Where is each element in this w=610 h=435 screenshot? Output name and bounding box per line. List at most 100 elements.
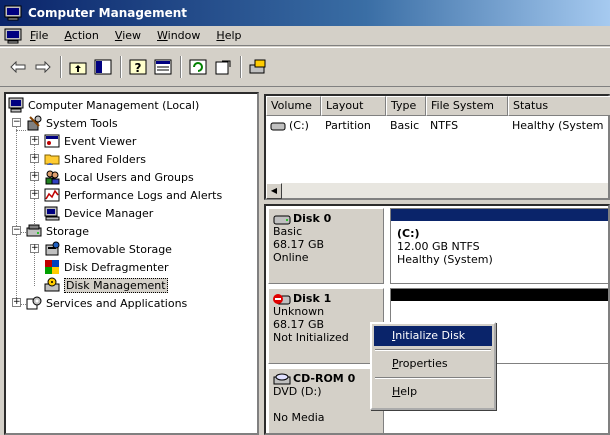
event-viewer-icon	[44, 134, 60, 148]
tree-label: Event Viewer	[64, 134, 137, 148]
expand-icon[interactable]: +	[30, 172, 39, 181]
refresh-button[interactable]	[186, 56, 210, 78]
column-header-layout[interactable]: Layout	[321, 96, 386, 116]
partition-label: (C:)	[397, 227, 420, 240]
menu-file[interactable]: File	[30, 29, 48, 42]
tree-label: Removable Storage	[64, 242, 172, 256]
menu-item-initialize-disk[interactable]: Initialize Disk	[374, 326, 492, 346]
column-header-file-system[interactable]: File System	[426, 96, 508, 116]
disk-type: Basic	[273, 225, 303, 238]
console-tree: Computer Management (Local) − System Too…	[4, 92, 259, 435]
window-title: Computer Management	[28, 6, 187, 20]
tree-label: System Tools	[46, 116, 118, 130]
context-menu: Initialize Disk Properties Help	[370, 322, 496, 410]
computer-management-icon[interactable]	[4, 28, 22, 44]
disk-size	[273, 398, 379, 411]
tree-item-removable-storage[interactable]: Removable Storage	[44, 240, 172, 258]
menu-view[interactable]: View	[115, 29, 141, 42]
collapse-icon[interactable]: −	[12, 118, 21, 127]
expand-icon[interactable]: +	[30, 190, 39, 199]
tools-icon	[27, 115, 42, 131]
show-hide-tree-button[interactable]	[91, 56, 115, 78]
expand-icon[interactable]: +	[30, 154, 39, 163]
menu-help[interactable]: Help	[216, 29, 241, 42]
disk-type: Unknown	[273, 305, 325, 318]
tree-label: Computer Management (Local)	[28, 98, 200, 112]
drive-icon	[270, 122, 286, 131]
column-header-volume[interactable]: Volume	[266, 96, 321, 116]
properties-button[interactable]	[151, 56, 175, 78]
forward-button[interactable]	[31, 56, 55, 78]
back-arrow-icon	[10, 61, 26, 73]
shared-folder-icon	[44, 154, 60, 165]
tree-label: Device Manager	[64, 206, 154, 220]
column-header-status[interactable]: Status	[508, 96, 610, 116]
up-one-level-button[interactable]	[66, 56, 90, 78]
back-button[interactable]	[6, 56, 30, 78]
tree-item-storage[interactable]: Storage	[26, 222, 89, 240]
tree-item-local-users[interactable]: Local Users and Groups	[44, 168, 194, 186]
tree-item-shared-folders[interactable]: Shared Folders	[44, 150, 146, 168]
forward-arrow-icon	[35, 61, 51, 73]
computer-management-icon	[4, 5, 22, 21]
partition-c[interactable]: (C:) 12.00 GB NTFS Healthy (System)	[390, 208, 608, 284]
toolbar-separator	[120, 56, 122, 78]
help-button[interactable]: ?	[126, 56, 150, 78]
partition-status: Healthy (System)	[397, 253, 493, 266]
tree-item-event-viewer[interactable]: Event Viewer	[44, 132, 136, 150]
tree-item-device-manager[interactable]: Device Manager	[44, 204, 153, 222]
up-folder-icon	[69, 62, 87, 75]
horizontal-scrollbar[interactable]: ◀	[266, 182, 608, 199]
volume-list[interactable]: Volume Layout Type File System Status (C…	[264, 94, 610, 200]
toolbar-separator	[60, 56, 62, 78]
tree-label: Services and Applications	[46, 296, 188, 310]
menu-window[interactable]: Window	[157, 29, 200, 42]
properties-icon	[154, 59, 172, 75]
menu-action[interactable]: Action	[64, 29, 98, 42]
tree-line	[16, 130, 26, 131]
tree-item-performance-logs[interactable]: Performance Logs and Alerts	[44, 186, 222, 204]
tree-item-disk-management[interactable]: Disk Management	[44, 276, 168, 294]
menu-item-help[interactable]: Help	[374, 382, 492, 402]
title-bar[interactable]: Computer Management	[0, 0, 610, 26]
disk-0-label[interactable]: Disk 0 Basic 68.17 GB Online	[268, 208, 384, 284]
partition-size: 12.00 GB NTFS	[397, 240, 480, 253]
tree-item-disk-defragmenter[interactable]: Disk Defragmenter	[44, 258, 169, 276]
table-row[interactable]: (C:) Partition Basic NTFS Healthy (Syste…	[266, 118, 610, 134]
services-icon	[26, 296, 42, 310]
disk-1-label[interactable]: Disk 1 Unknown 68.17 GB Not Initialized	[268, 288, 384, 364]
export-icon	[215, 60, 231, 75]
partition-info: (C:) 12.00 GB NTFS Healthy (System)	[391, 221, 608, 272]
disk-size: 68.17 GB	[273, 238, 325, 251]
cdrom-0-label[interactable]: CD-ROM 0 DVD (D:) No Media	[268, 368, 384, 433]
device-manager-icon	[44, 206, 60, 221]
tree-line	[16, 118, 17, 300]
disk-settings-button[interactable]	[246, 56, 270, 78]
removable-storage-icon	[45, 241, 60, 256]
disk-status: Online	[273, 251, 309, 264]
tree-label: Disk Management	[64, 277, 168, 293]
tree-item-system-tools[interactable]: System Tools	[26, 114, 118, 132]
tree-item-computer-management[interactable]: Computer Management (Local)	[8, 96, 199, 114]
disk-settings-icon	[249, 59, 266, 74]
menu-bar: File Action View Window Help	[0, 26, 610, 46]
column-header-type[interactable]: Type	[386, 96, 426, 116]
cdrom-icon	[273, 373, 291, 384]
scroll-left-button[interactable]: ◀	[266, 183, 282, 199]
expand-icon[interactable]: +	[12, 298, 21, 307]
file-system-cell: NTFS	[430, 119, 459, 132]
menu-item-properties[interactable]: Properties	[374, 354, 492, 374]
export-list-button[interactable]	[211, 56, 235, 78]
toolbar-separator	[180, 56, 182, 78]
tree-label: Shared Folders	[64, 152, 146, 166]
expand-icon[interactable]: +	[30, 136, 39, 145]
disk-size: 68.17 GB	[273, 318, 325, 331]
tree-item-services-applications[interactable]: Services and Applications	[26, 294, 187, 312]
disk-name: Disk 0	[273, 212, 379, 225]
menu-separator	[375, 377, 491, 379]
basic-disk-icon	[273, 215, 291, 224]
disk-error-icon	[273, 293, 291, 304]
help-icon: ?	[129, 59, 147, 75]
expand-icon[interactable]: +	[30, 244, 39, 253]
collapse-icon[interactable]: −	[12, 226, 21, 235]
